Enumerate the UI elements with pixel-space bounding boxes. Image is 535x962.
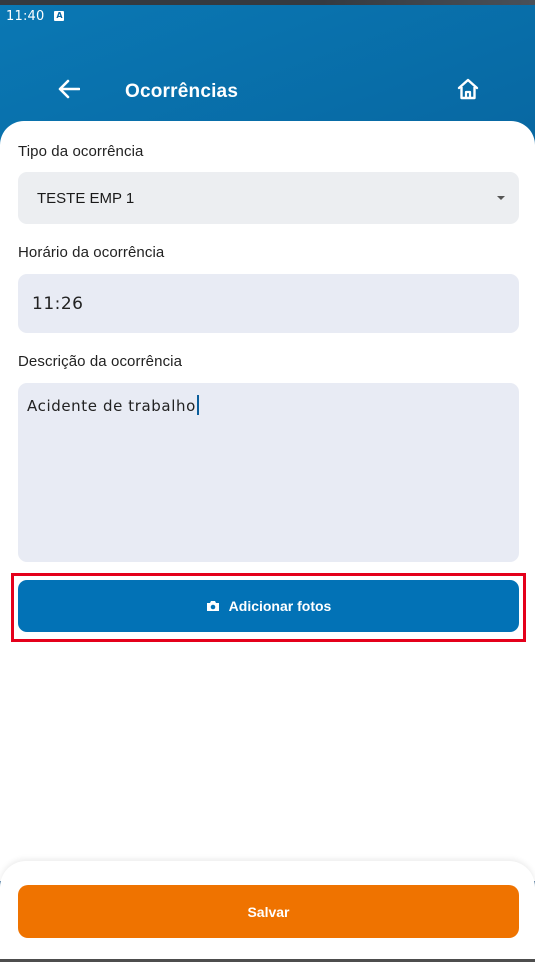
a-icon: A: [54, 11, 65, 21]
tipo-select[interactable]: TESTE EMP 1: [18, 172, 519, 224]
descricao-label: Descrição da ocorrência: [18, 353, 183, 370]
bottom-action-bar: Salvar: [0, 861, 535, 962]
page-title: Ocorrências: [125, 81, 239, 102]
tipo-value: TESTE EMP 1: [37, 189, 135, 207]
descricao-value: Acidente de trabalho: [27, 397, 196, 415]
form-panel: Tipo da ocorrência TESTE EMP 1 Horário d…: [0, 121, 535, 881]
camera-icon: [206, 600, 220, 612]
save-button[interactable]: Salvar: [18, 885, 519, 938]
text-cursor: [196, 395, 199, 415]
home-icon: [456, 78, 480, 105]
arrow-left-icon: [58, 79, 81, 104]
status-bar: 11:40 A: [0, 5, 535, 27]
status-time: 11:40: [6, 8, 45, 24]
app-screen: 11:40 A Ocorrências Tipo da ocorrência T…: [0, 0, 535, 962]
back-button[interactable]: [55, 79, 83, 103]
caret-down-icon: [497, 196, 505, 200]
home-button[interactable]: [454, 77, 482, 105]
horario-label: Horário da ocorrência: [18, 244, 165, 261]
add-photos-button[interactable]: Adicionar fotos: [18, 580, 519, 632]
app-header: Ocorrências: [0, 62, 535, 122]
add-photos-label: Adicionar fotos: [228, 598, 332, 614]
horario-input[interactable]: 11:26: [18, 274, 519, 333]
descricao-textarea[interactable]: Acidente de trabalho: [18, 383, 519, 562]
tipo-label: Tipo da ocorrência: [18, 143, 144, 160]
horario-value: 11:26: [32, 293, 84, 314]
save-label: Salvar: [247, 903, 290, 920]
